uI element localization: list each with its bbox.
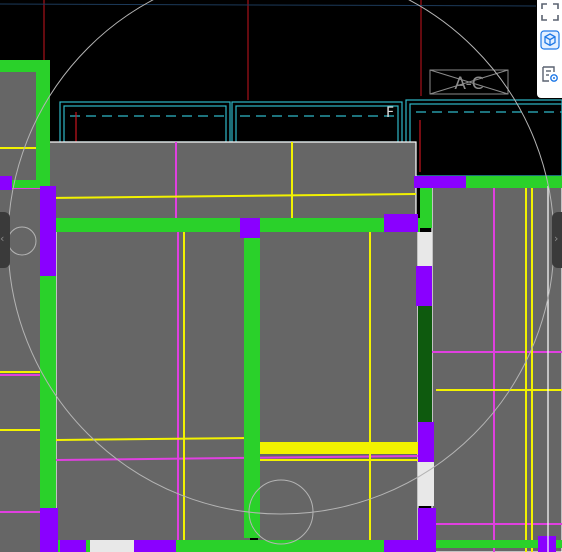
fullscreen-button[interactable] (540, 2, 560, 22)
point-label: F (386, 105, 394, 121)
cube-icon (540, 30, 560, 50)
chevron-left-icon: ‹ (0, 232, 5, 245)
right-panel-handle[interactable]: › (552, 212, 562, 268)
grid-label: A-C (454, 74, 483, 94)
dark-green-column (418, 306, 432, 422)
drawing-canvas[interactable]: A-C F ‹ › (0, 0, 562, 552)
view-toolbar (537, 0, 562, 98)
chevron-right-icon: › (554, 232, 559, 245)
3d-view-button[interactable] (540, 30, 560, 50)
view-list-button[interactable] (540, 64, 560, 84)
fullscreen-icon (541, 3, 559, 21)
floor-plan-drawing[interactable]: A-C F (0, 0, 562, 552)
left-panel-handle[interactable]: ‹ (0, 212, 10, 268)
list-view-icon (542, 66, 558, 82)
yellow-band (258, 442, 418, 454)
